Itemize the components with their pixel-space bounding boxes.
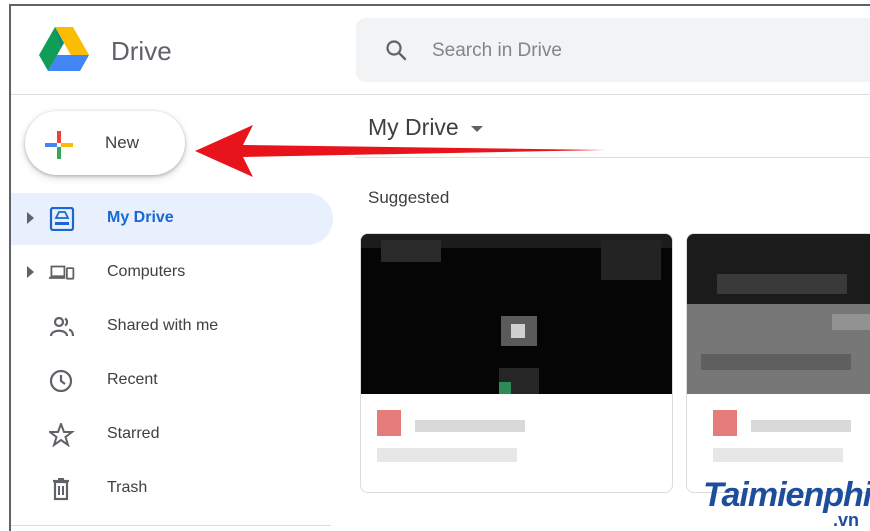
sidebar-item-shared-with-me[interactable]: Shared with me xyxy=(11,301,333,353)
sidebar-item-starred[interactable]: Starred xyxy=(11,409,333,461)
sidebar-divider xyxy=(11,525,331,526)
sidebar-item-label: Shared with me xyxy=(107,317,219,334)
suggested-file-card[interactable] xyxy=(360,233,673,493)
sidebar-item-label: Trash xyxy=(107,479,148,496)
clock-icon xyxy=(49,369,73,393)
sidebar-item-label: Starred xyxy=(107,425,160,442)
plus-icon xyxy=(45,131,73,159)
drive-logo-icon[interactable] xyxy=(39,26,89,72)
section-heading: Suggested xyxy=(368,188,450,207)
file-thumbnail xyxy=(361,234,672,394)
file-name-blurred xyxy=(751,420,851,432)
search-icon[interactable] xyxy=(384,38,408,62)
file-type-icon xyxy=(713,410,737,436)
file-meta-blurred xyxy=(377,448,517,462)
search-input[interactable]: Search in Drive xyxy=(432,40,562,62)
my-drive-icon xyxy=(49,207,75,231)
search-bar[interactable]: Search in Drive xyxy=(356,18,870,82)
expand-caret-icon[interactable] xyxy=(27,266,34,278)
sidebar-item-computers[interactable]: Computers xyxy=(11,247,333,299)
file-thumbnail xyxy=(687,234,870,394)
app-name[interactable]: Drive xyxy=(111,36,172,67)
sidebar-item-label: My Drive xyxy=(107,209,174,226)
sidebar-item-my-drive[interactable]: My Drive xyxy=(11,193,333,245)
sidebar-item-trash[interactable]: Trash xyxy=(11,463,333,515)
suggested-file-card[interactable] xyxy=(686,233,870,493)
new-button[interactable]: New xyxy=(25,111,185,175)
watermark-suffix: .vn xyxy=(833,510,860,530)
sidebar-item-label: Recent xyxy=(107,371,158,388)
file-type-icon xyxy=(377,410,401,436)
new-button-label: New xyxy=(105,133,140,152)
computers-icon xyxy=(49,265,75,280)
annotation-arrow xyxy=(195,125,605,177)
star-icon xyxy=(49,423,75,447)
file-name-blurred xyxy=(415,420,525,432)
sidebar-item-label: Computers xyxy=(107,263,186,280)
shared-with-me-icon xyxy=(49,316,75,337)
watermark-logo: Taimienphi .vn xyxy=(655,472,870,531)
top-bar: Drive Search in Drive xyxy=(11,6,870,95)
trash-icon xyxy=(53,478,69,501)
expand-caret-icon[interactable] xyxy=(27,212,34,224)
sidebar-item-recent[interactable]: Recent xyxy=(11,355,333,407)
file-meta-blurred xyxy=(713,448,843,462)
